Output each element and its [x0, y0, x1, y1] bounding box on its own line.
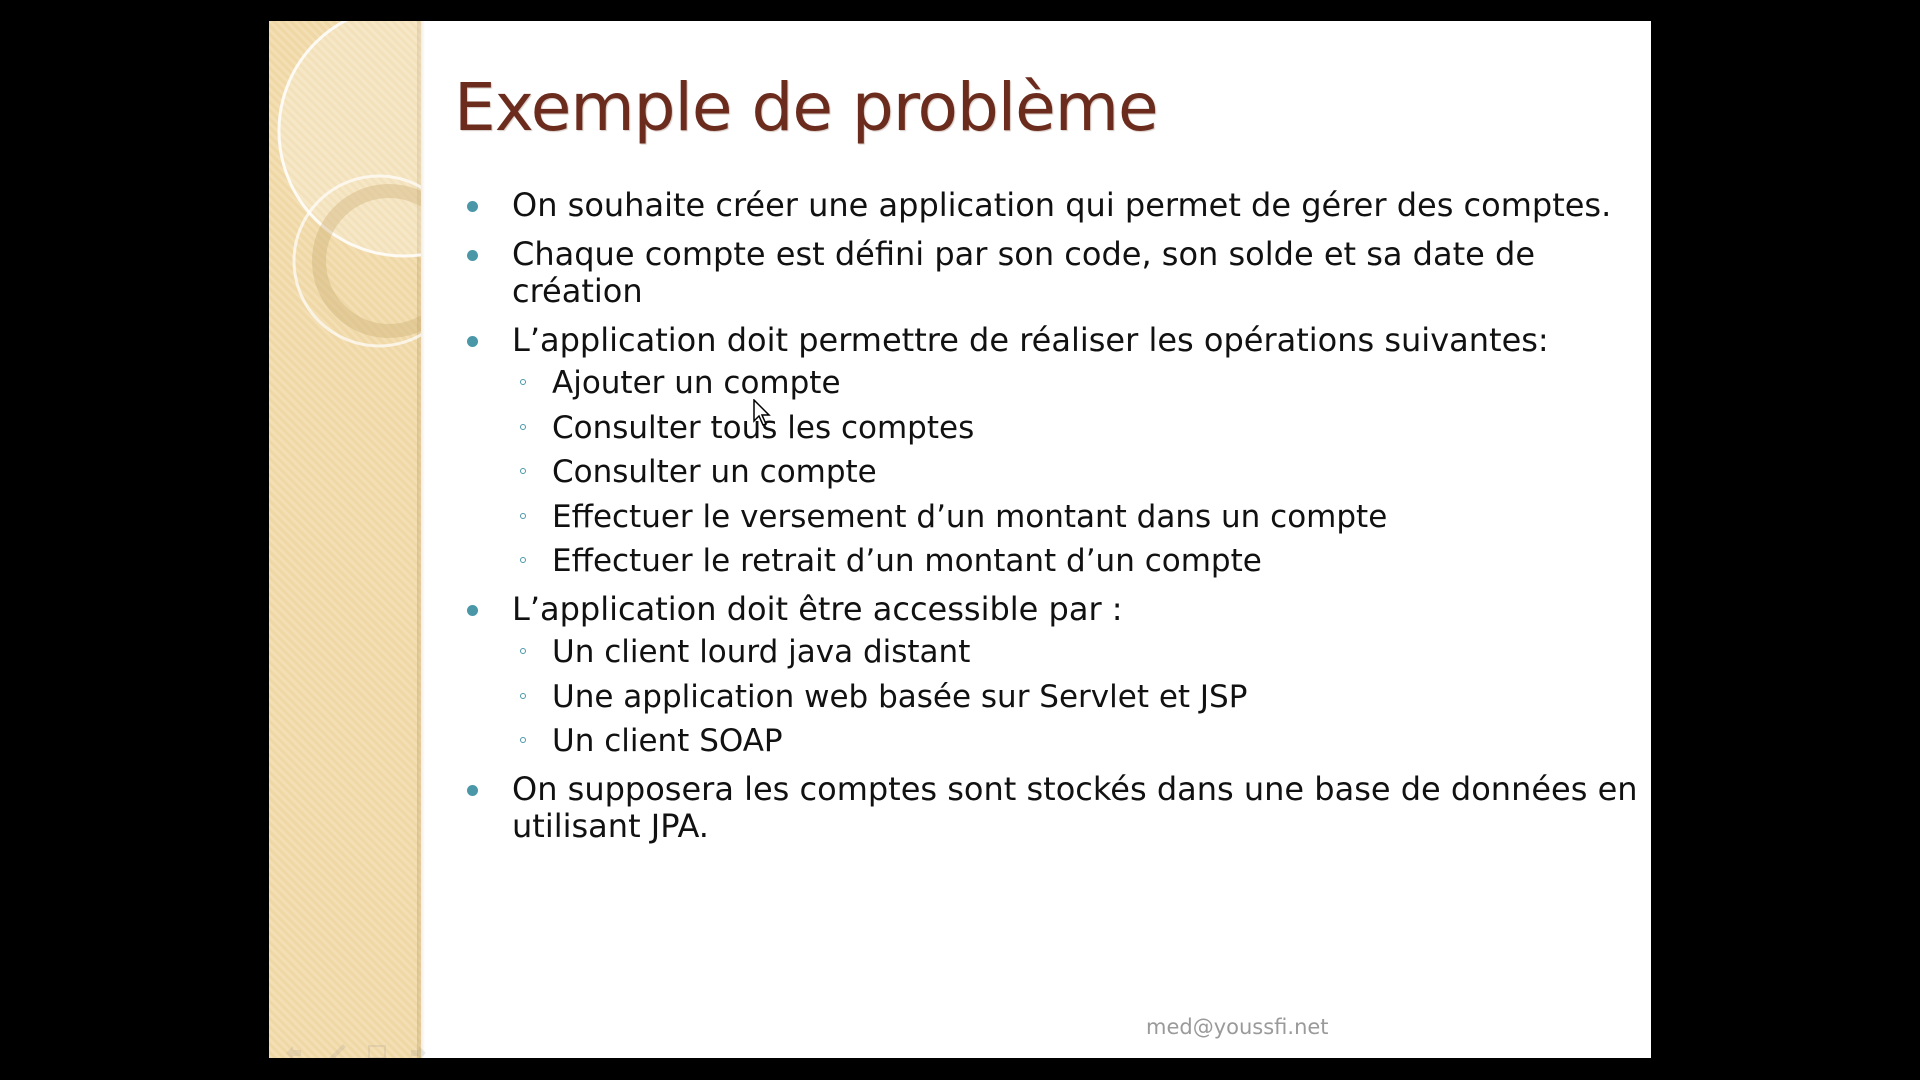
sub-bullet-icon: [520, 648, 526, 654]
sub-item-text: Un client lourd java distant: [552, 634, 971, 670]
sub-list: Ajouter un compte Consulter tous les com…: [512, 365, 1651, 579]
mouse-cursor-icon: [753, 399, 771, 426]
slideshow-toolbar[interactable]: [281, 1041, 431, 1058]
bullet-icon: [467, 201, 478, 212]
slide-content: On souhaite créer une application qui pe…: [467, 187, 1651, 857]
sub-item-text: Un client SOAP: [552, 723, 783, 759]
sub-bullet-icon: [520, 379, 526, 385]
bullet-text: On supposera les comptes sont stockés da…: [512, 770, 1638, 845]
sub-bullet-icon: [520, 737, 526, 743]
forward-arrow-icon: [411, 1046, 426, 1058]
bullet-text: Chaque compte est défini par son code, s…: [512, 235, 1535, 310]
slide-title: Exemple de problème: [454, 69, 1159, 146]
sub-list: Un client lourd java distant Une applica…: [512, 634, 1651, 759]
bullet-text: L’application doit être accessible par :: [512, 590, 1123, 628]
sub-item-text: Consulter un compte: [552, 454, 877, 490]
sub-item-text: Ajouter un compte: [552, 365, 841, 401]
sub-item-text: Effectuer le retrait d’un montant d’un c…: [552, 543, 1262, 579]
sub-item: Un client lourd java distant: [512, 634, 1651, 670]
sub-bullet-icon: [520, 468, 526, 474]
sub-bullet-icon: [520, 423, 526, 430]
sub-item: Une application web basée sur Servlet et…: [512, 679, 1651, 715]
pen-icon: [329, 1044, 346, 1058]
slide-footer: med@youssfi.net: [1146, 1015, 1329, 1039]
bullet-icon: [467, 785, 478, 796]
sub-item-text: Effectuer le versement d’un montant dans…: [552, 498, 1388, 535]
menu-icon: [368, 1045, 386, 1058]
sub-item: Consulter un compte: [512, 454, 1651, 490]
presentation-slide: Exemple de problème On souhaite créer un…: [269, 21, 1651, 1058]
sub-item: Consulter tous les comptes: [512, 410, 1651, 446]
sub-item: Effectuer le retrait d’un montant d’un c…: [512, 543, 1651, 579]
sub-bullet-icon: [520, 692, 526, 699]
bullet-icon: [467, 336, 478, 347]
decorative-circles: [277, 21, 421, 348]
sub-item: Effectuer le versement d’un montant dans…: [512, 499, 1651, 535]
bullet-item: Chaque compte est défini par son code, s…: [467, 236, 1552, 310]
bullet-item: On supposera les comptes sont stockés da…: [467, 771, 1651, 845]
bullet-text: On souhaite créer une application qui pe…: [512, 186, 1612, 224]
back-arrow-icon: [286, 1046, 301, 1058]
bullet-icon: [467, 605, 478, 616]
bullet-item: L’application doit permettre de réaliser…: [467, 322, 1651, 579]
sub-item: Ajouter un compte: [512, 365, 1651, 401]
sub-bullet-icon: [520, 512, 526, 519]
bullet-icon: [467, 250, 478, 261]
sub-item-text: Une application web basée sur Servlet et…: [552, 678, 1248, 715]
bullet-item: L’application doit être accessible par :…: [467, 591, 1651, 759]
bullet-text: L’application doit permettre de réaliser…: [512, 321, 1549, 359]
sub-bullet-icon: [520, 557, 526, 563]
video-frame: Exemple de problème On souhaite créer un…: [0, 0, 1920, 1080]
bullet-item: On souhaite créer une application qui pe…: [467, 187, 1651, 224]
sub-item: Un client SOAP: [512, 723, 1651, 759]
